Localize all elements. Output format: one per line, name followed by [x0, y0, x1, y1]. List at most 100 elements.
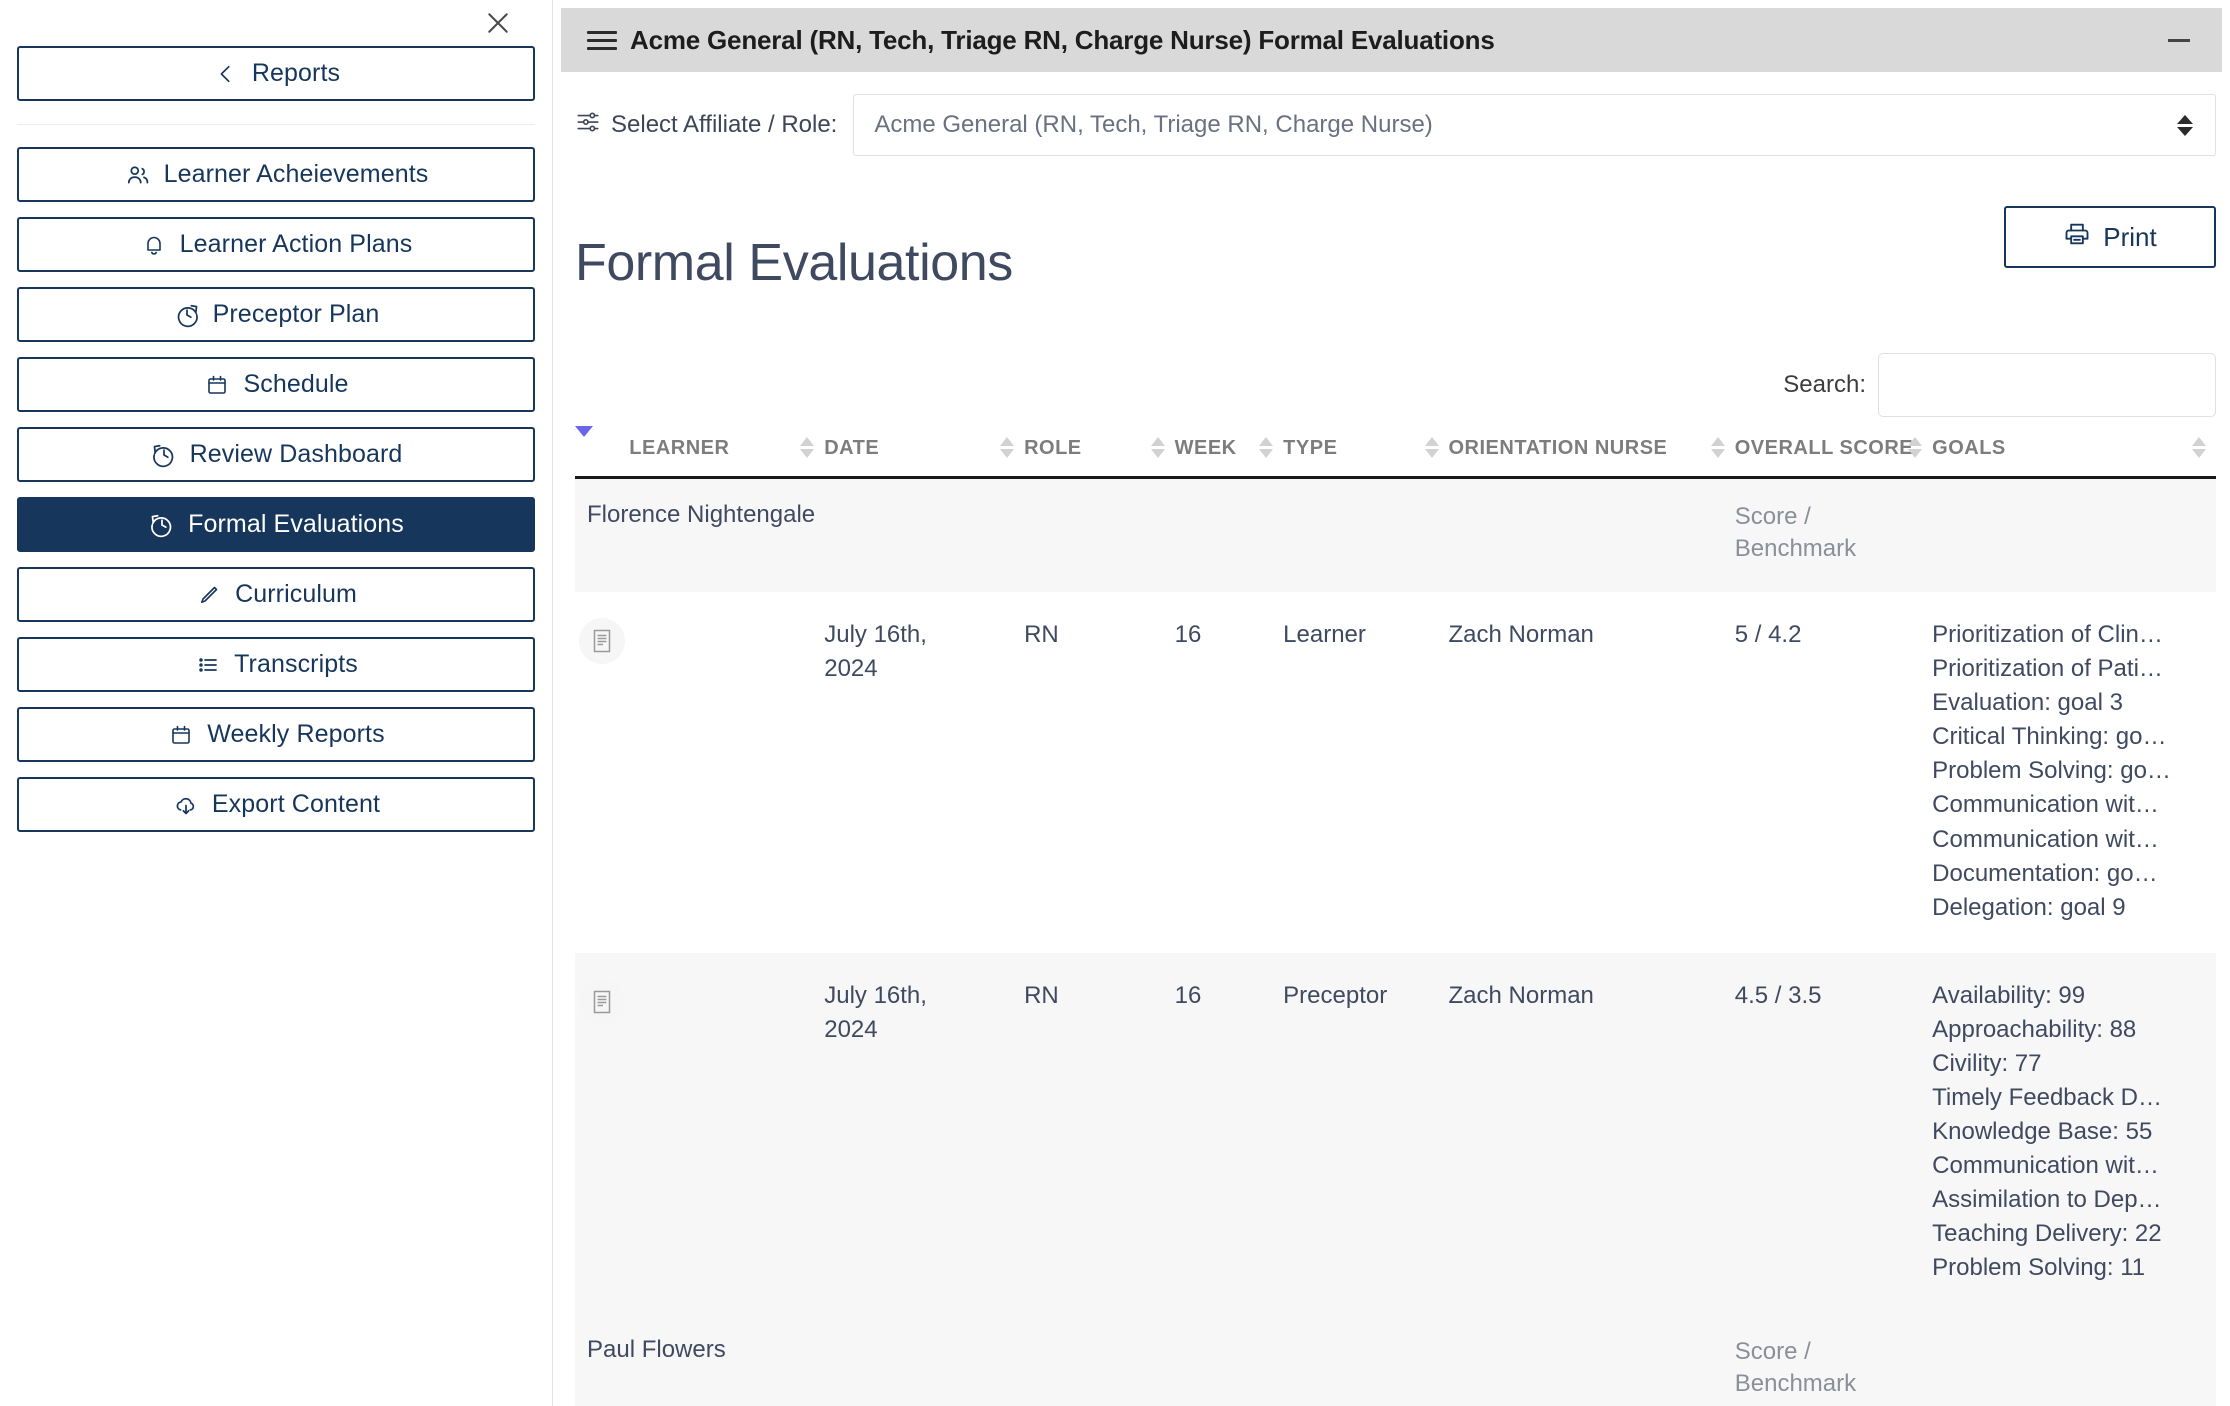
evaluations-table-zone: LEARNER DATE ROLE WEEK TYPE ORIENTATION … [553, 417, 2230, 1406]
sidebar-item-preceptor-plan[interactable]: Preceptor Plan [17, 287, 535, 342]
sort-arrows-icon [1424, 436, 1439, 458]
cell-goals: Availability: 99 Approachability: 88 Civil… [1932, 952, 2216, 1314]
column-header-overall-score[interactable]: OVERALL SCORE [1734, 434, 1933, 479]
sidebar-item-label: Weekly Reports [207, 720, 385, 748]
sort-desc-active-icon [575, 425, 593, 459]
table-body: Florence Nightengale Score / Benchmark July… [575, 477, 2216, 1406]
column-label: LEARNER [629, 436, 730, 459]
sidebar-item-formal-evaluations[interactable]: Formal Evaluations [17, 497, 535, 552]
table-row[interactable]: July 16th, 2024 RN 16 Preceptor Zach Norman 4.… [575, 952, 2216, 1314]
sidebar-item-review-dashboard[interactable]: Review Dashboard [17, 427, 535, 482]
sliders-icon [575, 109, 601, 142]
hamburger-icon[interactable] [587, 25, 617, 55]
cell-type: Preceptor [1283, 952, 1449, 1314]
sort-arrows-icon [1710, 436, 1725, 458]
pencil-icon [195, 581, 223, 609]
goal-item: Teaching Delivery: 22 [1932, 1220, 2162, 1248]
window-title: Acme General (RN, Tech, Triage RN, Charg… [630, 24, 1495, 55]
cell-learner [629, 592, 824, 953]
minimize-icon[interactable] [2164, 25, 2194, 55]
sidebar-item-learner-action-plans[interactable]: Learner Action Plans [17, 217, 535, 272]
sort-arrows-icon [1000, 436, 1015, 458]
window-titlebar: Acme General (RN, Tech, Triage RN, Charg… [561, 8, 2222, 72]
sidebar-back-reports-button[interactable]: Reports [17, 46, 535, 101]
goal-item: Evaluation: goal 3 [1932, 689, 2123, 717]
learner-group-row: Florence Nightengale Score / Benchmark [575, 477, 2216, 593]
print-button[interactable]: Print [2004, 206, 2216, 268]
calendar-icon [203, 371, 231, 399]
column-header-orientation-nurse[interactable]: ORIENTATION NURSE [1448, 434, 1735, 479]
column-label: GOALS [1932, 436, 2006, 459]
sidebar-item-weekly-reports[interactable]: Weekly Reports [17, 707, 535, 762]
search-input[interactable] [1878, 352, 2216, 417]
table-row[interactable]: July 16th, 2024 RN 16 Learner Zach Norman 5 / … [575, 592, 2216, 953]
close-icon[interactable] [481, 6, 515, 40]
sort-arrows-icon [1908, 436, 1923, 458]
learner-group-goals-spacer [1932, 1313, 2216, 1406]
sidebar-item-label: Review Dashboard [189, 440, 403, 468]
sidebar-item-learner-achievements[interactable]: Learner Acheievements [17, 147, 535, 202]
column-header-type[interactable]: TYPE [1283, 434, 1449, 479]
printer-icon [2063, 220, 2091, 255]
goal-item: Knowledge Base: 55 [1932, 1118, 2153, 1146]
search-row: Search: [553, 327, 2230, 417]
column-header-goals[interactable]: GOALS [1932, 434, 2216, 479]
search-label: Search: [1783, 370, 1866, 398]
users-icon [124, 161, 152, 189]
sidebar-item-label: Curriculum [235, 580, 357, 608]
select-updown-icon [2177, 114, 2193, 136]
main-panel: Acme General (RN, Tech, Triage RN, Charg… [553, 0, 2230, 1406]
cell-date: July 16th, 2024 [824, 952, 1025, 1314]
document-icon[interactable] [579, 618, 625, 665]
goal-item: Communication wit… [1932, 1152, 2159, 1180]
sort-arrows-icon [1150, 436, 1165, 458]
sidebar-close-row [17, 0, 535, 46]
sort-arrows-icon [2192, 436, 2206, 458]
sidebar-item-curriculum[interactable]: Curriculum [17, 567, 535, 622]
row-document-cell[interactable] [575, 592, 629, 953]
goal-item: Assimilation to Dep… [1932, 1186, 2162, 1214]
row-document-cell[interactable] [575, 952, 630, 1314]
sidebar-item-label: Learner Action Plans [179, 230, 413, 258]
sidebar-item-transcripts[interactable]: Transcripts [17, 637, 535, 692]
cell-role: RN [1024, 952, 1175, 1314]
document-icon[interactable] [579, 978, 625, 1025]
goal-item: Delegation: goal 9 [1932, 893, 2126, 921]
goal-item: Prioritization of Pati… [1932, 655, 2163, 683]
cell-orientation-nurse: Zach Norman [1448, 952, 1735, 1314]
clock-back-icon [148, 511, 176, 539]
cell-overall-score: 5 / 4.2 [1734, 621, 1802, 649]
page-title: Formal Evaluations [575, 233, 1013, 292]
sort-arrows-icon [1259, 436, 1274, 458]
column-header-date[interactable]: DATE [824, 434, 1025, 479]
sidebar-item-label: Export Content [211, 790, 381, 818]
clock-forward-icon [173, 301, 201, 329]
calendar-icon [167, 721, 195, 749]
sidebar-item-schedule[interactable]: Schedule [17, 357, 535, 412]
score-benchmark-label: Score / Benchmark [1734, 477, 1933, 593]
sidebar-item-label: Learner Acheievements [163, 160, 429, 188]
column-label: TYPE [1283, 436, 1338, 459]
goal-item: Communication wit… [1932, 825, 2159, 853]
score-benchmark-label: Score / Benchmark [1734, 1313, 1933, 1406]
column-header-week[interactable]: WEEK [1174, 434, 1284, 479]
goal-item: Communication wit… [1932, 791, 2159, 819]
column-header-expand[interactable] [575, 425, 630, 479]
sidebar-back-label: Reports [251, 59, 341, 87]
column-label: OVERALL SCORE [1734, 436, 1914, 459]
table-header-row: LEARNER DATE ROLE WEEK TYPE ORIENTATION … [575, 425, 2216, 479]
affiliate-role-select[interactable]: Acme General (RN, Tech, Triage RN, Charg… [853, 94, 2216, 156]
cell-orientation-nurse: Zach Norman [1448, 621, 1594, 649]
cell-learner [629, 952, 825, 1314]
goal-item: Approachability: 88 [1932, 1015, 2137, 1043]
column-header-learner[interactable]: LEARNER [629, 434, 825, 479]
goal-item: Availability: 99 [1932, 981, 2086, 1009]
learner-group-row: Paul Flowers Score / Benchmark [575, 1313, 2216, 1406]
sidebar-item-export-content[interactable]: Export Content [17, 777, 535, 832]
goal-item: Problem Solving: 11 [1932, 1254, 2146, 1282]
column-header-role[interactable]: ROLE [1024, 434, 1175, 479]
print-button-label: Print [2103, 221, 2157, 252]
affiliate-filter-label: Select Affiliate / Role: [611, 111, 838, 138]
table-head: LEARNER DATE ROLE WEEK TYPE ORIENTATION … [575, 425, 2216, 479]
goal-item: Problem Solving: go… [1932, 757, 2171, 785]
